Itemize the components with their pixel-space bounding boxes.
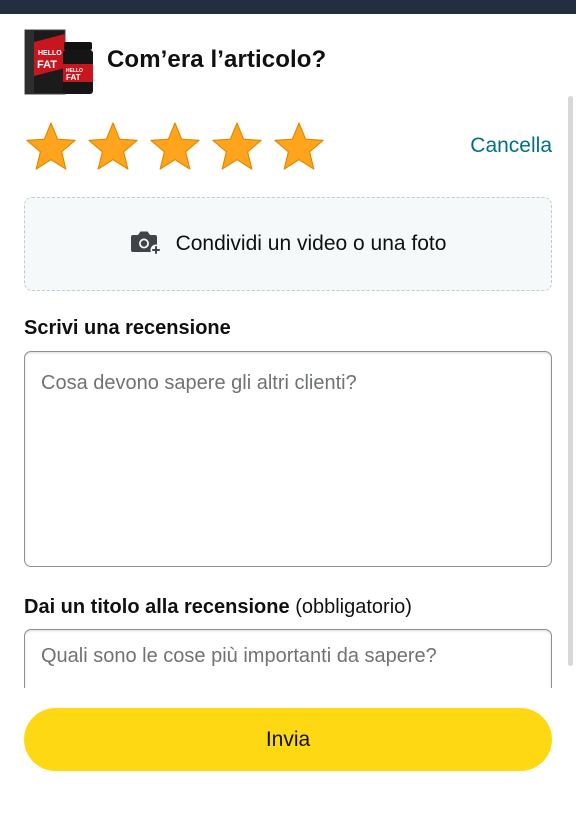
star-1-icon[interactable] [24,120,78,174]
review-textarea[interactable] [24,351,552,567]
page-title: Com’era l’articolo? [107,46,327,73]
product-image: HELLO FAT HELLO FAT [24,28,94,96]
scrollbar[interactable] [568,96,573,666]
review-label: Scrivi una recensione [24,317,231,339]
review-title-label-text: Dai un titolo alla recensione [24,596,290,618]
product-image-text-1: HELLO [38,50,62,57]
submit-button[interactable]: Invia [24,708,552,771]
svg-text:FAT: FAT [66,73,81,82]
star-5-icon[interactable] [272,120,326,174]
review-title-label: Dai un titolo alla recensione (obbligato… [24,596,412,619]
product-image-text-2: FAT [37,59,57,71]
upload-media-button[interactable]: Condividi un video o una foto [24,197,552,291]
star-2-icon[interactable] [86,120,140,174]
clear-rating-link[interactable]: Cancella [470,134,552,158]
required-note: (obbligatorio) [295,596,412,618]
star-rating[interactable] [24,120,326,174]
camera-plus-icon [130,228,162,261]
review-title-input[interactable] [24,629,552,695]
upload-media-label: Condividi un video o una foto [175,232,447,255]
star-4-icon[interactable] [210,120,264,174]
top-status-bar [0,0,576,14]
star-3-icon[interactable] [148,120,202,174]
